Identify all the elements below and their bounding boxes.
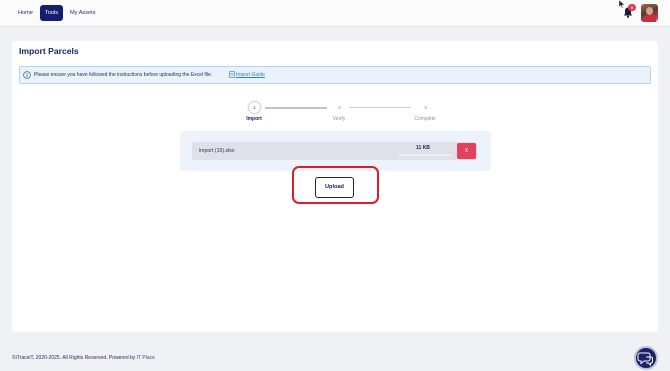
file-progress-bar <box>398 154 451 156</box>
nav-home[interactable]: Home <box>18 8 33 19</box>
step-verify-label: Verify <box>332 116 346 122</box>
user-avatar[interactable] <box>641 4 658 22</box>
step-complete-label: Complete <box>414 116 436 122</box>
step-complete-number: 3 <box>419 101 432 114</box>
nav-tools[interactable]: Tools <box>40 5 63 21</box>
step-connector-2 <box>349 107 411 108</box>
chat-support-button[interactable] <box>634 346 658 370</box>
upload-button[interactable]: Upload <box>315 177 354 198</box>
import-guide-link[interactable]: Import Guide <box>236 72 265 78</box>
step-connector-1 <box>265 107 327 109</box>
page-title: Import Parcels <box>19 46 79 56</box>
footer-brand-link[interactable]: IT Place <box>137 355 155 361</box>
file-size: 11 KB <box>416 145 430 151</box>
file-name: import (15).xlsx <box>199 148 235 154</box>
step-import-number: 1 <box>248 101 261 114</box>
file-item <box>192 142 477 160</box>
nav-my-assets[interactable]: My Assets <box>70 8 96 19</box>
footer-text: ©iTraceiT, 2020-2025. All Rights Reserve… <box>12 355 155 361</box>
document-icon <box>229 71 235 78</box>
notification-badge: 0 <box>628 4 636 11</box>
footer-copyright: ©iTraceiT, 2020-2025. All Rights Reserve… <box>12 355 136 361</box>
step-import-label: Import <box>246 116 262 122</box>
step-verify-number: 2 <box>333 101 346 114</box>
info-icon <box>23 71 31 79</box>
top-navbar <box>0 0 670 27</box>
info-text: Please ensure you have followed the inst… <box>34 72 213 78</box>
chat-icon <box>637 352 653 367</box>
remove-file-button[interactable]: X <box>457 143 476 159</box>
